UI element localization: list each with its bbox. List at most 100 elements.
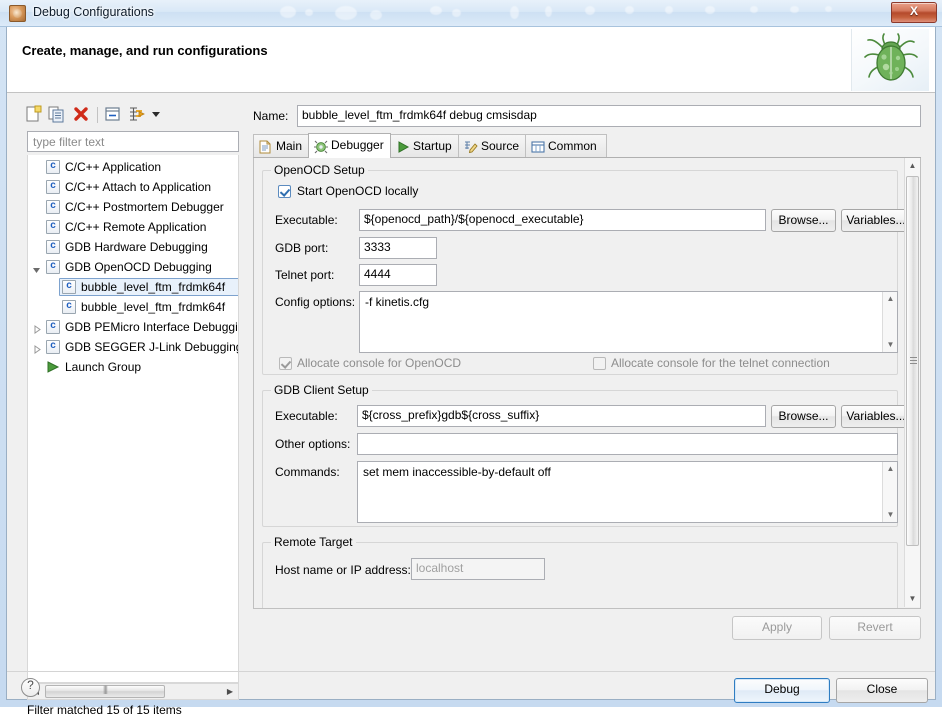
help-icon[interactable] — [21, 678, 40, 697]
tree-item-label: bubble_level_ftm_frdmk64f — [81, 280, 226, 294]
glass-reflection — [280, 6, 296, 18]
scroll-down-icon[interactable]: ▼ — [883, 508, 897, 522]
tab-label: Main — [276, 139, 303, 153]
config-options-label: Config options: — [275, 295, 356, 309]
twisty-collapsed-icon[interactable] — [32, 323, 41, 334]
gdb-executable-input[interactable]: ${cross_prefix}gdb${cross_suffix} — [357, 405, 766, 427]
scroll-up-icon[interactable]: ▲ — [883, 292, 897, 306]
tab-source[interactable]: Source — [458, 134, 526, 158]
scroll-up-icon[interactable]: ▲ — [905, 158, 920, 174]
filter-placeholder: type filter text — [33, 135, 105, 149]
configuration-name-input[interactable]: bubble_level_ftm_frdmk64f debug cmsisdap — [297, 105, 921, 127]
footer-separator — [7, 671, 935, 672]
apply-button[interactable]: Apply — [732, 616, 822, 640]
close-button[interactable]: Close — [836, 678, 928, 703]
scroll-right-icon[interactable]: ▶ — [222, 684, 238, 699]
content-vertical-scrollbar[interactable]: ▲ ▼ — [904, 158, 920, 607]
tree-item-6[interactable]: bubble_level_ftm_frdmk64f — [28, 278, 238, 296]
config-options-textarea[interactable]: -f kinetis.cfg ▲ ▼ — [359, 291, 898, 353]
close-window-button[interactable]: X — [891, 2, 937, 23]
play-icon — [396, 139, 410, 153]
gdb-client-setup-title: GDB Client Setup — [271, 383, 372, 397]
filter-status-text: Filter matched 15 of 15 items — [27, 703, 182, 717]
openocd-executable-input[interactable]: ${openocd_path}/${openocd_executable} — [359, 209, 766, 231]
chevron-down-icon[interactable] — [149, 105, 163, 125]
glass-reflection — [335, 6, 357, 20]
c-file-icon — [62, 300, 76, 314]
tree-item-4[interactable]: GDB Hardware Debugging — [28, 238, 238, 256]
debug-configurations-window: Debug Configurations X Create, manage, a… — [0, 0, 942, 717]
tree-item-2[interactable]: C/C++ Postmortem Debugger — [28, 198, 238, 216]
gdb-commands-scrollbar[interactable]: ▲ ▼ — [882, 462, 897, 522]
delete-configuration-icon[interactable] — [71, 105, 93, 125]
gdb-commands-value: set mem inaccessible-by-default off — [363, 465, 551, 479]
scroll-down-icon[interactable]: ▼ — [883, 338, 897, 352]
hscroll-thumb[interactable] — [45, 684, 165, 698]
filter-configurations-icon[interactable] — [127, 105, 149, 125]
start-openocd-locally-checkbox[interactable] — [278, 185, 291, 198]
scroll-up-icon[interactable]: ▲ — [883, 462, 897, 476]
name-label: Name: — [253, 109, 289, 123]
close-icon: X — [909, 4, 918, 18]
gdb-executable-browse-button[interactable]: Browse... — [771, 405, 836, 428]
host-name-label: Host name or IP address: — [275, 563, 411, 577]
openocd-setup-title: OpenOCD Setup — [271, 163, 368, 177]
tab-label: Debugger — [331, 138, 384, 152]
gdb-other-options-input[interactable] — [357, 433, 898, 455]
glass-reflection — [370, 10, 382, 20]
bug-icon — [9, 5, 26, 22]
tab-common[interactable]: Common — [525, 134, 607, 158]
tab-debugger[interactable]: Debugger — [308, 133, 391, 158]
tab-startup[interactable]: Startup — [390, 134, 459, 158]
new-configuration-icon[interactable] — [23, 105, 45, 125]
c-file-icon — [46, 260, 60, 274]
tree-item-3[interactable]: C/C++ Remote Application — [28, 218, 238, 236]
glass-reflection — [750, 6, 758, 13]
twisty-expanded-icon[interactable] — [32, 263, 41, 273]
telnet-port-input[interactable]: 4444 — [359, 264, 437, 286]
tree-item-10[interactable]: Launch Group — [28, 358, 238, 376]
configurations-tree-panel: type filter text C/C++ ApplicationC/C++ … — [21, 101, 245, 717]
tree-item-1[interactable]: C/C++ Attach to Application — [28, 178, 238, 196]
configuration-editor-panel: Name: bubble_level_ftm_frdmk64f debug cm… — [253, 101, 921, 663]
remote-target-title: Remote Target — [271, 535, 356, 549]
configuration-tabs: Main Debugger Startup Source Common — [253, 133, 921, 158]
configurations-tree[interactable]: C/C++ Application C/C++ Attach to Applica… — [27, 155, 239, 683]
tree-item-label: C/C++ Remote Application — [65, 220, 207, 234]
tree-item-5[interactable]: GDB OpenOCD Debugging — [28, 258, 238, 276]
config-options-scrollbar[interactable]: ▲ ▼ — [882, 292, 897, 352]
twisty-collapsed-icon[interactable] — [32, 343, 41, 354]
tree-item-label: GDB SEGGER J-Link Debugging — [65, 340, 238, 354]
gdb-port-input[interactable]: 3333 — [359, 237, 437, 259]
c-file-icon — [46, 340, 60, 354]
tab-main[interactable]: Main — [253, 134, 309, 158]
tree-item-9[interactable]: GDB SEGGER J-Link Debugging — [28, 338, 238, 356]
gdb-commands-textarea[interactable]: set mem inaccessible-by-default off ▲ ▼ — [357, 461, 898, 523]
vscroll-thumb[interactable] — [906, 176, 919, 546]
debugger-icon — [314, 139, 328, 154]
host-name-input[interactable]: localhost — [411, 558, 545, 580]
openocd-executable-browse-button[interactable]: Browse... — [771, 209, 836, 232]
source-icon — [464, 139, 478, 154]
allocate-console-openocd-checkbox — [279, 357, 292, 370]
duplicate-configuration-icon[interactable] — [47, 105, 69, 125]
collapse-all-icon[interactable] — [103, 105, 125, 125]
page-title: Create, manage, and run configurations — [22, 43, 268, 58]
glass-reflection — [510, 6, 519, 19]
tree-item-0[interactable]: C/C++ Application — [28, 158, 238, 176]
revert-button[interactable]: Revert — [829, 616, 921, 640]
glass-reflection — [585, 6, 595, 15]
scroll-down-icon[interactable]: ▼ — [905, 591, 920, 607]
debug-button[interactable]: Debug — [734, 678, 830, 703]
tree-horizontal-scrollbar[interactable]: ◀ ▶ — [27, 683, 239, 700]
tree-item-7[interactable]: bubble_level_ftm_frdmk64f — [28, 298, 238, 316]
launch-group-icon — [46, 360, 61, 374]
openocd-executable-variables-button[interactable]: Variables... — [841, 209, 911, 232]
gdb-commands-label: Commands: — [275, 465, 340, 479]
c-file-icon — [46, 320, 60, 334]
tree-item-8[interactable]: GDB PEMicro Interface Debugging — [28, 318, 238, 336]
gdb-executable-variables-button[interactable]: Variables... — [841, 405, 911, 428]
filter-input[interactable]: type filter text — [27, 131, 239, 152]
debugger-form: OpenOCD Setup Start OpenOCD locally Exec… — [254, 158, 911, 608]
apply-revert-row: Apply Revert — [253, 616, 921, 642]
